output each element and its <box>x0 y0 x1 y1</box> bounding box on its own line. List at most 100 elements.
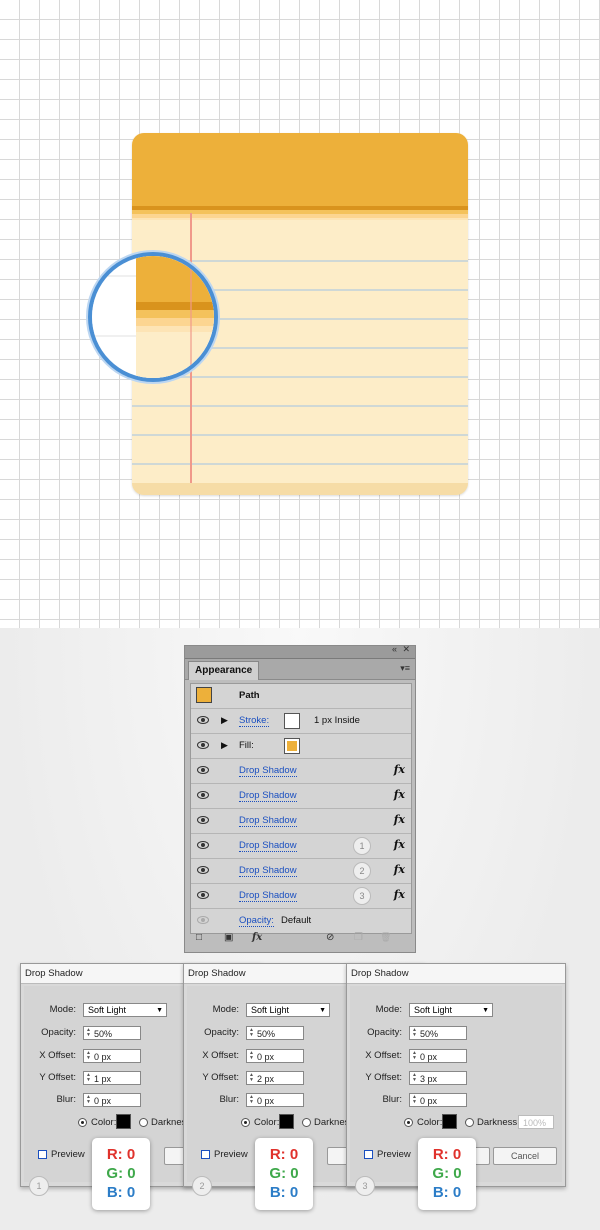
stepper-icon[interactable]: ▲ ▼ <box>412 1095 417 1105</box>
panel-menu-icon[interactable]: ▾≡ <box>400 663 410 674</box>
drop-shadow-link[interactable]: Drop Shadow <box>239 840 297 852</box>
stepper-icon[interactable]: ▲ ▼ <box>412 1051 417 1061</box>
y-offset-field[interactable]: ▲ ▼ 2 px <box>246 1071 304 1085</box>
x-offset-field[interactable]: ▲ ▼ 0 px <box>246 1049 304 1063</box>
clear-appearance-icon[interactable]: ⊘ <box>326 932 334 943</box>
mode-value: Soft Light <box>88 1005 127 1015</box>
y-offset-field[interactable]: ▲ ▼ 3 px <box>409 1071 467 1085</box>
color-swatch[interactable] <box>279 1114 294 1129</box>
x-offset-label: X Offset: <box>202 1050 239 1061</box>
stepper-icon[interactable]: ▲ ▼ <box>249 1095 254 1105</box>
row-drop-shadow[interactable]: Drop Shadow fx <box>191 784 411 809</box>
collapse-icon[interactable]: « <box>392 644 397 654</box>
preview-checkbox[interactable] <box>38 1150 47 1159</box>
drop-shadow-link[interactable]: Drop Shadow <box>239 790 297 802</box>
delete-item-icon[interactable]: 🗑 <box>380 932 391 943</box>
darkness-radio[interactable] <box>139 1118 148 1127</box>
x-offset-field[interactable]: ▲ ▼ 0 px <box>409 1049 467 1063</box>
fx-icon[interactable]: fx <box>394 763 405 776</box>
row-drop-shadow[interactable]: Drop Shadow 3 fx <box>191 884 411 909</box>
row-opacity[interactable]: Opacity: Default <box>191 909 411 933</box>
mode-select[interactable]: Soft Light ▼ <box>246 1003 330 1017</box>
rgb-green: G: 0 <box>432 1165 462 1182</box>
stepper-icon[interactable]: ▲ ▼ <box>86 1095 91 1105</box>
drop-shadow-link[interactable]: Drop Shadow <box>239 815 297 827</box>
row-stroke[interactable]: ▶ Stroke: 1 px Inside <box>191 709 411 734</box>
preview-checkbox[interactable] <box>364 1150 373 1159</box>
stepper-icon[interactable]: ▲ ▼ <box>249 1028 254 1038</box>
fx-icon[interactable]: fx <box>394 838 405 851</box>
step-badge: 2 <box>353 862 371 880</box>
color-swatch[interactable] <box>442 1114 457 1129</box>
stepper-icon[interactable]: ▲ ▼ <box>249 1051 254 1061</box>
drop-shadow-link[interactable]: Drop Shadow <box>239 890 297 902</box>
darkness-radio[interactable] <box>465 1118 474 1127</box>
eye-icon[interactable] <box>197 766 209 774</box>
mode-select[interactable]: Soft Light ▼ <box>83 1003 167 1017</box>
blur-field[interactable]: ▲ ▼ 0 px <box>246 1093 304 1107</box>
step-badge: 1 <box>353 837 371 855</box>
drop-shadow-link[interactable]: Drop Shadow <box>239 765 297 777</box>
blur-field[interactable]: ▲ ▼ 0 px <box>83 1093 141 1107</box>
expand-triangle-icon[interactable]: ▶ <box>221 740 228 751</box>
preview-label: Preview <box>214 1149 248 1160</box>
stepper-icon[interactable]: ▲ ▼ <box>86 1051 91 1061</box>
opacity-label: Opacity: <box>367 1027 402 1038</box>
stroke-value[interactable]: 1 px Inside <box>314 715 360 726</box>
row-drop-shadow[interactable]: Drop Shadow 1 fx <box>191 834 411 859</box>
blur-field[interactable]: ▲ ▼ 0 px <box>409 1093 467 1107</box>
opacity-field[interactable]: ▲ ▼ 50% <box>246 1026 304 1040</box>
fx-menu-icon[interactable]: fx <box>252 932 262 943</box>
path-thumbnail <box>196 687 212 703</box>
stroke-swatch[interactable] <box>284 713 300 729</box>
expand-triangle-icon[interactable]: ▶ <box>221 715 228 726</box>
x-offset-value: 0 px <box>257 1052 275 1062</box>
row-path[interactable]: Path <box>191 684 411 709</box>
mode-select[interactable]: Soft Light ▼ <box>409 1003 493 1017</box>
eye-icon[interactable] <box>197 866 209 874</box>
stepper-icon[interactable]: ▲ ▼ <box>249 1073 254 1083</box>
stepper-icon[interactable]: ▲ ▼ <box>86 1028 91 1038</box>
x-offset-field[interactable]: ▲ ▼ 0 px <box>83 1049 141 1063</box>
darkness-radio[interactable] <box>302 1118 311 1127</box>
fill-swatch[interactable] <box>284 738 300 754</box>
mode-label: Mode: <box>375 1004 402 1015</box>
duplicate-item-icon[interactable]: ❐ <box>354 932 363 943</box>
add-stroke-icon[interactable]: □ <box>196 932 202 943</box>
row-drop-shadow[interactable]: Drop Shadow fx <box>191 809 411 834</box>
fx-icon[interactable]: fx <box>394 788 405 801</box>
x-offset-value: 0 px <box>420 1052 438 1062</box>
opacity-value: 50% <box>257 1029 276 1039</box>
cancel-button[interactable]: Cancel <box>493 1147 557 1165</box>
stepper-icon[interactable]: ▲ ▼ <box>412 1028 417 1038</box>
row-fill[interactable]: ▶ Fill: <box>191 734 411 759</box>
color-swatch[interactable] <box>116 1114 131 1129</box>
eye-icon[interactable] <box>197 816 209 824</box>
opacity-link[interactable]: Opacity: <box>239 915 274 927</box>
drop-shadow-link[interactable]: Drop Shadow <box>239 865 297 877</box>
panel-titlebar[interactable]: « ✕ <box>185 644 415 659</box>
row-drop-shadow[interactable]: Drop Shadow fx <box>191 759 411 784</box>
preview-checkbox[interactable] <box>201 1150 210 1159</box>
fx-icon[interactable]: fx <box>394 888 405 901</box>
eye-icon[interactable] <box>197 841 209 849</box>
add-fill-icon[interactable]: ▣ <box>224 932 233 943</box>
chevron-down-icon: ▼ <box>156 1007 163 1014</box>
close-icon[interactable]: ✕ <box>402 644 410 655</box>
fx-icon[interactable]: fx <box>394 813 405 826</box>
eye-icon[interactable] <box>197 741 209 749</box>
eye-icon[interactable] <box>197 791 209 799</box>
y-offset-field[interactable]: ▲ ▼ 1 px <box>83 1071 141 1085</box>
tab-appearance[interactable]: Appearance <box>188 661 260 680</box>
eye-icon[interactable] <box>197 716 209 724</box>
stepper-icon[interactable]: ▲ ▼ <box>86 1073 91 1083</box>
stroke-link[interactable]: Stroke: <box>239 715 270 727</box>
row-drop-shadow[interactable]: Drop Shadow 2 fx <box>191 859 411 884</box>
y-offset-value: 3 px <box>420 1074 438 1084</box>
opacity-field[interactable]: ▲ ▼ 50% <box>409 1026 467 1040</box>
zoom-magnifier <box>88 252 218 382</box>
stepper-icon[interactable]: ▲ ▼ <box>412 1073 417 1083</box>
eye-icon[interactable] <box>197 891 209 899</box>
fx-icon[interactable]: fx <box>394 863 405 876</box>
opacity-field[interactable]: ▲ ▼ 50% <box>83 1026 141 1040</box>
